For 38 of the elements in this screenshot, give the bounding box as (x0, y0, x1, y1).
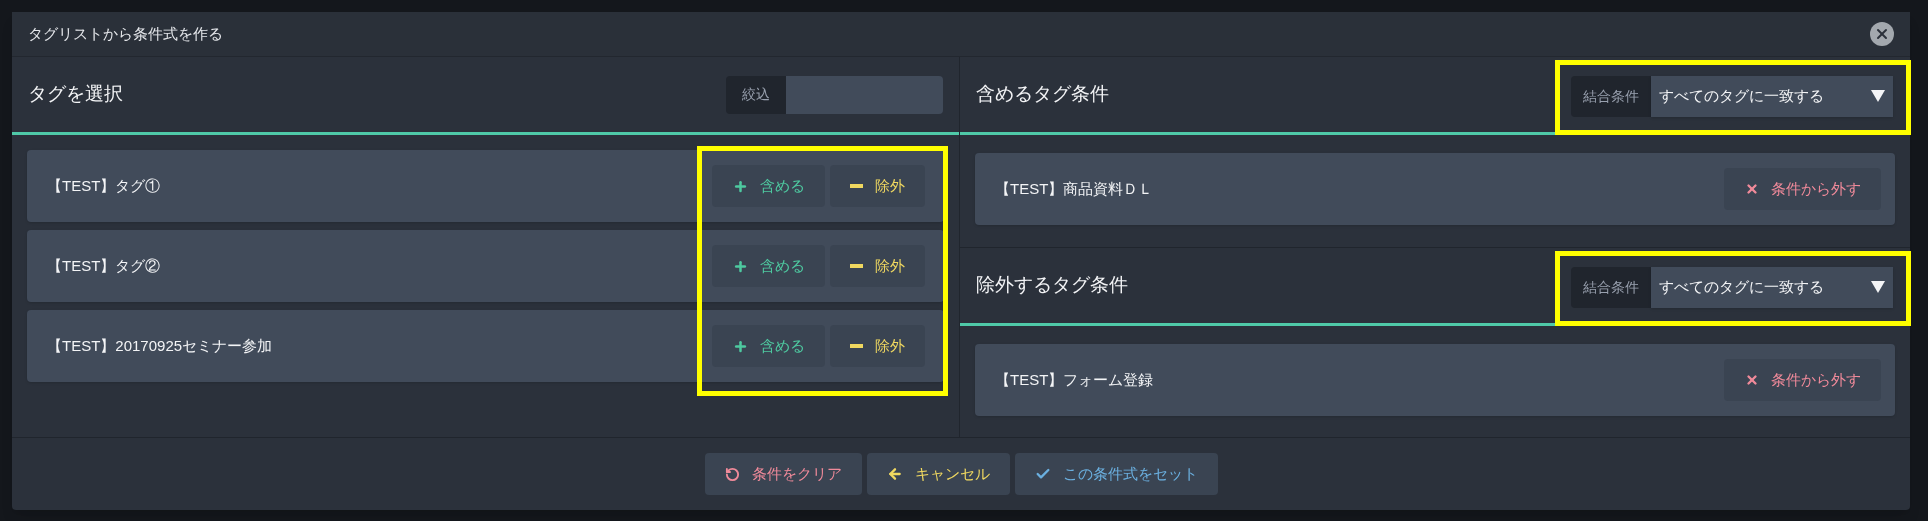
include-button[interactable]: 含める (712, 245, 825, 287)
exclude-button[interactable]: 除外 (830, 325, 925, 367)
tag-name: 【TEST】20170925セミナー参加 (47, 335, 273, 356)
dropdown-triangle-icon (1871, 281, 1885, 293)
include-button[interactable]: 含める (712, 325, 825, 367)
cancel-button[interactable]: キャンセル (866, 453, 1010, 495)
combine-select[interactable]: すべてのタグに一致する (1651, 266, 1893, 308)
plus-icon (732, 338, 748, 354)
minus-icon (850, 344, 863, 348)
exclude-button[interactable]: 除外 (830, 165, 925, 207)
panel-heading: タグを選択 (28, 82, 123, 107)
dialog-title: タグリストから条件式を作る (28, 23, 223, 44)
clear-button[interactable]: 条件をクリア (704, 453, 862, 495)
minus-icon (850, 184, 863, 188)
plus-icon (732, 178, 748, 194)
exclude-button[interactable]: 除外 (830, 245, 925, 287)
dropdown-triangle-icon (1871, 90, 1885, 102)
combine-label: 結合条件 (1571, 75, 1651, 117)
close-button[interactable] (1870, 22, 1894, 46)
combine-select[interactable]: すべてのタグに一致する (1651, 75, 1893, 117)
combine-label: 結合条件 (1571, 266, 1651, 308)
tag-name: 【TEST】フォーム登録 (995, 369, 1154, 390)
remove-button[interactable]: 条件から外す (1724, 359, 1881, 401)
minus-icon (850, 264, 863, 268)
tag-name: 【TEST】タグ② (47, 255, 161, 276)
plus-icon (732, 258, 748, 274)
undo-icon (724, 466, 740, 482)
tag-name: 【TEST】タグ① (47, 175, 161, 196)
close-icon (1744, 182, 1759, 196)
remove-button[interactable]: 条件から外す (1724, 168, 1881, 210)
tag-name: 【TEST】商品資料ＤＬ (995, 178, 1154, 199)
close-icon (1744, 373, 1759, 387)
section-heading: 含めるタグ条件 (976, 82, 1109, 107)
include-button[interactable]: 含める (712, 165, 825, 207)
apply-button[interactable]: この条件式をセット (1014, 453, 1218, 495)
close-icon (1874, 26, 1890, 42)
section-heading: 除外するタグ条件 (976, 273, 1128, 298)
filter-label: 絞込 (726, 75, 786, 114)
